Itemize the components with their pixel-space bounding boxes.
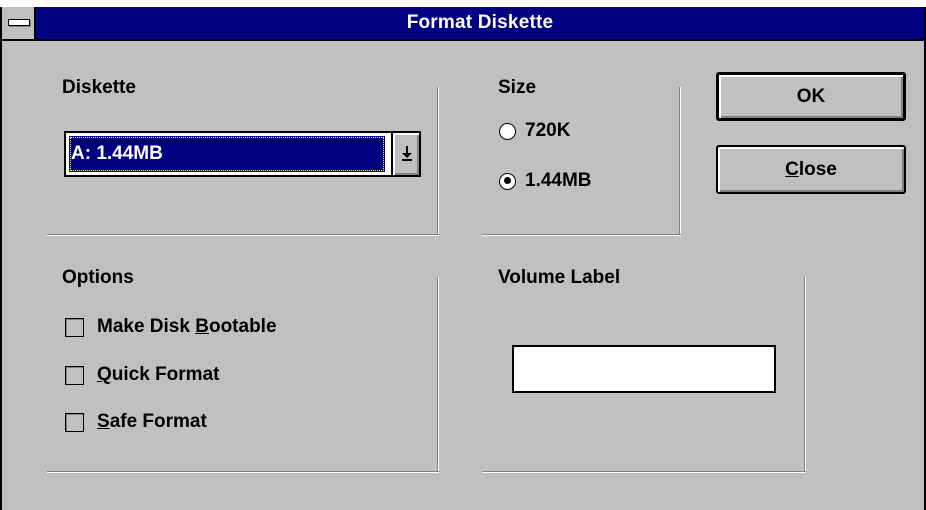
- quick-format-label: Quick Format: [97, 364, 220, 385]
- size-option-720k-label: 720K: [525, 120, 571, 141]
- size-option-1-44mb[interactable]: 1.44MB: [499, 170, 592, 192]
- diskette-dropdown[interactable]: A: 1.44MB: [64, 131, 421, 177]
- safe-format-label: Safe Format: [97, 411, 207, 432]
- volume-label-group-label: Volume Label: [498, 267, 621, 288]
- diskette-dropdown-button[interactable]: [391, 133, 419, 175]
- close-button[interactable]: Close: [716, 145, 906, 194]
- ok-button-label: OK: [796, 85, 826, 107]
- format-diskette-dialog: Format Diskette Diskette A: 1.44MB Size …: [0, 7, 926, 510]
- size-group-label: Size: [498, 77, 537, 98]
- ok-button[interactable]: OK: [716, 72, 906, 121]
- radio-icon: [499, 122, 516, 140]
- title-bar[interactable]: Format Diskette: [2, 7, 924, 41]
- options-group-label: Options: [62, 267, 134, 288]
- diskette-group-label: Diskette: [62, 77, 136, 98]
- system-menu-icon[interactable]: [2, 7, 36, 39]
- quick-format-checkbox[interactable]: Quick Format: [65, 364, 219, 386]
- down-arrow-icon: [402, 146, 412, 161]
- checkbox-icon: [65, 365, 84, 385]
- make-disk-bootable-checkbox[interactable]: Make Disk Bootable: [65, 316, 277, 338]
- make-disk-bootable-label: Make Disk Bootable: [97, 316, 277, 337]
- radio-selected-icon: [499, 172, 516, 190]
- safe-format-checkbox[interactable]: Safe Format: [65, 411, 207, 433]
- volume-label-input[interactable]: [512, 345, 776, 393]
- checkbox-icon: [65, 412, 84, 432]
- close-button-label: Close: [785, 158, 837, 180]
- size-option-1-44mb-label: 1.44MB: [525, 170, 592, 191]
- diskette-dropdown-value: A: 1.44MB: [69, 136, 385, 172]
- size-option-720k[interactable]: 720K: [499, 120, 570, 142]
- checkbox-icon: [65, 317, 84, 337]
- window-title: Format Diskette: [406, 12, 554, 33]
